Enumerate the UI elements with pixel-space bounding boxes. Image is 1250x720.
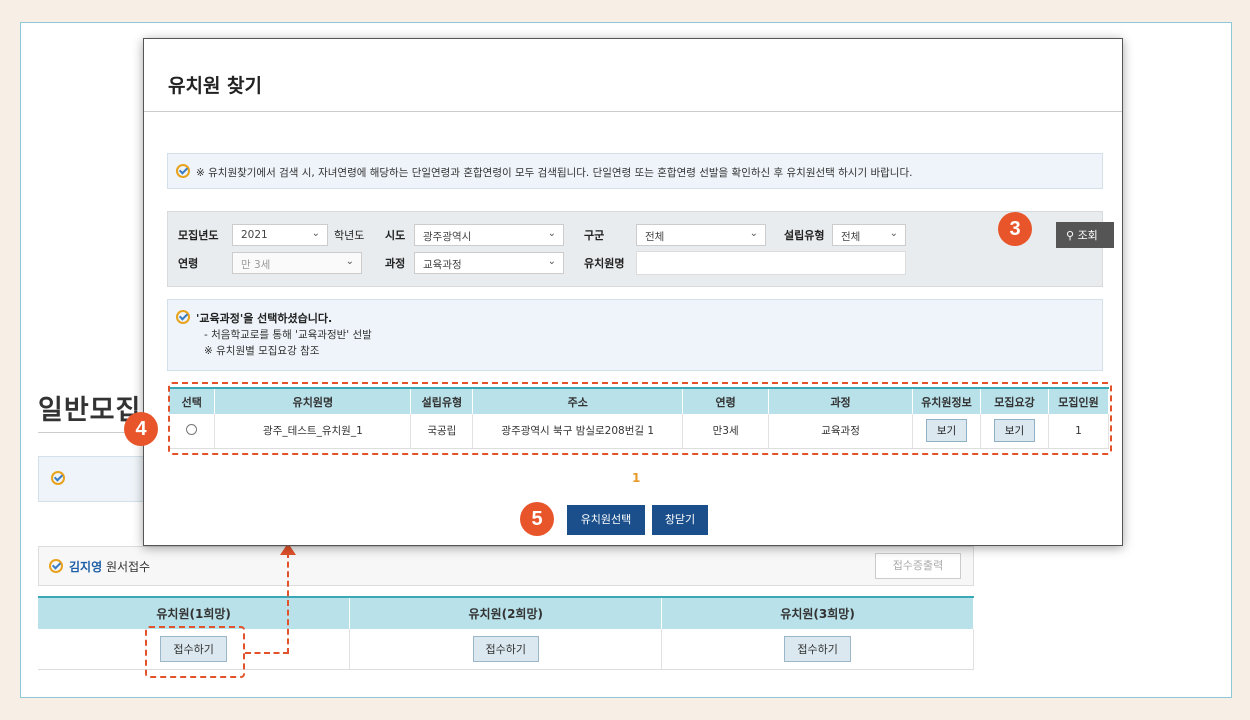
age-label: 연령 xyxy=(178,257,199,270)
search-button-label: 조회 xyxy=(1077,229,1098,242)
choice-cell-2: 접수하기 xyxy=(349,629,663,670)
city-select-value: 광주광역시 xyxy=(423,231,472,243)
applicant-name: 김지영 xyxy=(69,560,103,574)
kindergarten-name-input[interactable] xyxy=(636,251,906,275)
choice-header-3: 유치원(3희망) xyxy=(661,597,974,629)
search-button[interactable]: ⚲ 조회 xyxy=(1056,222,1114,248)
chevron-down-icon: ⌄ xyxy=(749,228,758,239)
chevron-down-icon: ⌄ xyxy=(345,256,354,267)
check-circle-icon xyxy=(176,164,190,178)
kindergarten-name-label: 유치원명 xyxy=(584,257,625,270)
year-label: 모집년도 xyxy=(178,229,219,242)
city-select[interactable]: 광주광역시 ⌄ xyxy=(414,224,564,246)
establishment-type-label: 설립유형 xyxy=(784,229,825,242)
course-notice-line3: ※ 유치원별 모집요강 참조 xyxy=(204,345,320,357)
age-select-value: 만 3세 xyxy=(241,259,271,271)
highlight-apply-button xyxy=(145,626,245,678)
callout-arrow-vertical xyxy=(287,552,289,654)
select-kindergarten-button[interactable]: 유치원선택 xyxy=(567,505,645,535)
close-window-button[interactable]: 창닫기 xyxy=(652,505,708,535)
course-notice-line2: - 처음학교로를 통해 '교육과정반' 선발 xyxy=(204,329,372,341)
receipt-print-button[interactable]: 접수증출력 xyxy=(875,553,961,579)
choice-header-1: 유치원(1희망) xyxy=(38,597,351,629)
search-notice: ※ 유치원찾기에서 검색 시, 자녀연령에 해당하는 단일연령과 혼합연령이 모… xyxy=(167,153,1103,189)
highlight-results xyxy=(168,382,1112,455)
background-notice xyxy=(38,456,150,502)
course-notice-line1: '교육과정'을 선택하셨습니다. xyxy=(196,312,333,325)
check-circle-icon xyxy=(49,559,63,573)
check-circle-icon xyxy=(51,471,65,485)
search-icon: ⚲ xyxy=(1066,229,1075,242)
choice-header-2: 유치원(2희망) xyxy=(349,597,663,629)
city-label: 시도 xyxy=(385,229,406,242)
course-select-value: 교육과정 xyxy=(423,259,462,271)
course-notice: '교육과정'을 선택하셨습니다. - 처음학교로를 통해 '교육과정반' 선발 … xyxy=(167,299,1103,371)
district-select-value: 전체 xyxy=(645,231,665,243)
course-label: 과정 xyxy=(385,257,406,270)
callout-arrow-horizontal xyxy=(245,652,289,654)
district-label: 구군 xyxy=(584,229,605,242)
step-badge-5: 5 xyxy=(520,502,554,536)
kindergarten-search-modal: 유치원 찾기 ※ 유치원찾기에서 검색 시, 자녀연령에 해당하는 단일연령과 … xyxy=(143,38,1123,546)
apply-button-2[interactable]: 접수하기 xyxy=(472,635,539,662)
chevron-down-icon: ⌄ xyxy=(311,228,320,239)
application-bar: 김지영 원서접수 접수증출력 xyxy=(38,546,974,586)
course-select[interactable]: 교육과정 ⌄ xyxy=(414,252,564,274)
modal-divider xyxy=(144,111,1122,112)
year-select[interactable]: 2021 ⌄ xyxy=(232,224,328,246)
year-select-value: 2021 xyxy=(241,229,268,241)
apply-button-3[interactable]: 접수하기 xyxy=(784,635,851,662)
chevron-down-icon: ⌄ xyxy=(547,256,556,267)
year-suffix: 학년도 xyxy=(334,229,365,242)
search-filter-panel: 모집년도 2021 ⌄ 학년도 시도 광주광역시 ⌄ 구군 전체 ⌄ 설립유형 전체 ⌄… xyxy=(167,211,1114,287)
age-select[interactable]: 만 3세 ⌄ xyxy=(232,252,362,274)
pagination-page[interactable]: 1 xyxy=(632,471,640,485)
application-label: 원서접수 xyxy=(102,560,151,574)
application-heading: 김지영 원서접수 xyxy=(69,558,150,575)
choice-cell-3: 접수하기 xyxy=(661,629,974,670)
chevron-down-icon: ⌄ xyxy=(547,228,556,239)
step-badge-3: 3 xyxy=(998,212,1032,246)
establishment-type-value: 전체 xyxy=(841,231,861,243)
search-notice-text: ※ 유치원찾기에서 검색 시, 자녀연령에 해당하는 단일연령과 혼합연령이 모… xyxy=(196,167,913,179)
modal-title: 유치원 찾기 xyxy=(168,75,263,97)
step-badge-4: 4 xyxy=(124,412,158,446)
district-select[interactable]: 전체 ⌄ xyxy=(636,224,766,246)
check-circle-icon xyxy=(176,310,190,324)
establishment-type-select[interactable]: 전체 ⌄ xyxy=(832,224,906,246)
chevron-down-icon: ⌄ xyxy=(889,228,898,239)
